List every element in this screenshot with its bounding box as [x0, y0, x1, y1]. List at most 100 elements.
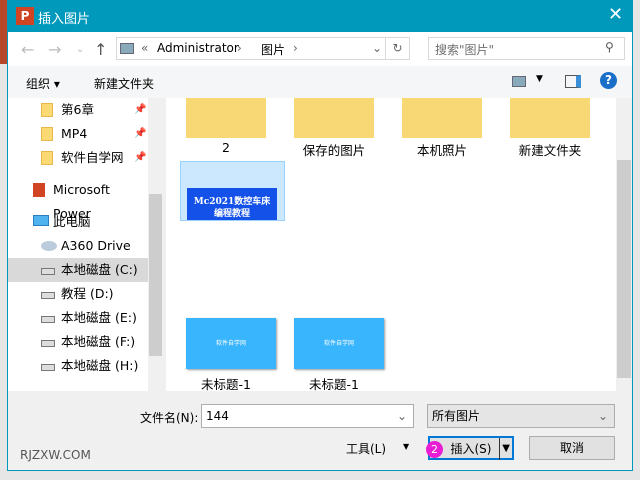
file-label: 未标题-1: [201, 377, 251, 391]
file-type-value: 所有图片: [432, 409, 481, 423]
nav-item-drive-c[interactable]: 本地磁盘 (C:): [8, 258, 148, 282]
address-dropdown-icon[interactable]: ⌄: [372, 41, 382, 55]
file-label: 保存的图片: [302, 143, 366, 158]
nav-item-rjzxw[interactable]: 软件自学网 📌: [8, 146, 148, 170]
nav-item-mp4[interactable]: MP4 📌: [8, 122, 148, 146]
insert-label: 插入(S): [450, 442, 492, 456]
navigation-pane: 第6章 📌 MP4 📌 软件自学网 📌 Microsoft Power 此电脑 A36…: [8, 98, 163, 391]
search-icon: ⚲: [605, 40, 614, 54]
nav-item-drive-d[interactable]: 教程 (D:): [8, 282, 148, 306]
refresh-icon[interactable]: ↻: [385, 38, 409, 59]
folder-2[interactable]: 2: [176, 98, 276, 158]
drive-icon: [41, 316, 55, 323]
cancel-button[interactable]: 取消: [529, 436, 615, 460]
filename-label: 文件名(N):: [140, 411, 199, 425]
nav-label: A360 Drive: [61, 238, 131, 253]
computer-icon: [33, 215, 49, 226]
up-button[interactable]: ↑: [94, 40, 107, 59]
cloud-drive-icon: [41, 241, 57, 251]
file-label: 未标题-1: [309, 377, 359, 391]
filename-value: 144: [206, 409, 229, 423]
recent-dropdown[interactable]: ⌄: [76, 44, 84, 55]
folder-icon: [510, 98, 590, 138]
filename-input[interactable]: 144 ⌄: [201, 404, 414, 428]
pictures-icon: [120, 43, 134, 54]
folder-icon: [41, 151, 53, 165]
scrollbar-thumb[interactable]: [149, 194, 162, 356]
nav-item-a360[interactable]: A360 Drive: [8, 234, 148, 258]
nav-item-chapter6[interactable]: 第6章 📌: [8, 98, 148, 122]
file-type-select[interactable]: 所有图片 ⌄: [427, 404, 615, 428]
drive-icon: [41, 268, 55, 275]
nav-label: 第6章: [61, 102, 94, 117]
address-bar[interactable]: « Administrator › 图片 › ⌄ ↻: [116, 37, 410, 60]
folder-saved-pictures[interactable]: 保存的图片: [284, 98, 384, 158]
file-label: 新建文件夹: [518, 143, 582, 158]
image-thumbnail: 软件自学网: [294, 318, 384, 369]
pin-icon: 📌: [134, 152, 147, 163]
breadcrumb-administrator[interactable]: Administrator: [157, 41, 239, 55]
breadcrumb-sep[interactable]: ›: [293, 41, 298, 55]
organize-button[interactable]: 组织 ▾: [26, 75, 60, 92]
tools-button[interactable]: 工具(L): [346, 440, 386, 457]
preview-pane-icon[interactable]: [565, 75, 581, 88]
chevron-down-icon[interactable]: ⌄: [397, 405, 407, 427]
image-thumbnail: 软件自学网: [186, 318, 276, 369]
insert-dropdown-icon[interactable]: ▼: [499, 438, 510, 460]
nav-scrollbar[interactable]: [148, 98, 163, 391]
nav-item-drive-h[interactable]: 本地磁盘 (H:): [8, 354, 148, 378]
insert-picture-dialog: P 插入图片 ✕ ← → ⌄ ↑ « Administrator › 图片 › …: [7, 0, 633, 471]
back-button[interactable]: ←: [21, 40, 34, 59]
overflow-chevron[interactable]: «: [141, 41, 148, 55]
nav-label: MP4: [61, 126, 88, 141]
nav-label: 本地磁盘 (E:): [61, 310, 137, 325]
nav-label: 本地磁盘 (C:): [61, 262, 138, 277]
folder-icon: [186, 98, 266, 138]
new-folder-button[interactable]: 新建文件夹: [94, 75, 154, 92]
search-input[interactable]: 搜索"图片" ⚲: [428, 37, 625, 60]
file-list: 2 保存的图片 本机照片 新建文件夹 Mc2021数控车床编程教程 软件自学网未…: [166, 98, 632, 391]
watermark: RJZXW.COM: [20, 448, 91, 462]
view-icon[interactable]: [512, 76, 526, 87]
selected-image-tile[interactable]: Mc2021数控车床编程教程: [180, 161, 285, 221]
nav-item-drive-e[interactable]: 本地磁盘 (E:): [8, 306, 148, 330]
pin-icon: 📌: [134, 128, 147, 139]
folder-camera-roll[interactable]: 本机照片: [392, 98, 492, 158]
tools-dropdown-icon[interactable]: ▼: [403, 442, 409, 451]
drive-icon: [41, 340, 55, 347]
file-label: 2: [222, 140, 230, 155]
toolbar: 组织 ▾ 新建文件夹 ▼ ?: [8, 66, 632, 98]
drive-icon: [41, 364, 55, 371]
nav-item-drive-f[interactable]: 本地磁盘 (F:): [8, 330, 148, 354]
main-scrollbar[interactable]: [616, 98, 632, 391]
step-badge: 2: [426, 441, 443, 458]
folder-new-folder[interactable]: 新建文件夹: [500, 98, 600, 158]
file-label: 本机照片: [416, 143, 467, 158]
nav-label: 教程 (D:): [61, 286, 114, 301]
nav-item-powerpoint[interactable]: Microsoft Power: [8, 178, 148, 221]
image-thumbnail: Mc2021数控车床编程教程: [187, 188, 277, 220]
breadcrumb-sep[interactable]: ›: [237, 41, 242, 55]
help-icon[interactable]: ?: [600, 72, 617, 89]
close-button[interactable]: ✕: [608, 4, 623, 25]
nav-label: 本地磁盘 (H:): [61, 358, 139, 373]
powerpoint-icon: [33, 183, 45, 197]
folder-icon: [41, 127, 53, 141]
view-dropdown-icon[interactable]: ▼: [536, 74, 543, 84]
nav-item-this-pc[interactable]: 此电脑: [8, 210, 148, 234]
nav-label: 软件自学网: [61, 150, 124, 165]
powerpoint-icon: P: [16, 7, 34, 25]
folder-icon: [402, 98, 482, 138]
forward-button[interactable]: →: [48, 40, 61, 59]
chevron-down-icon[interactable]: ⌄: [598, 405, 608, 427]
address-row: ← → ⌄ ↑ « Administrator › 图片 › ⌄ ↻ 搜索"图片…: [8, 32, 632, 66]
scrollbar-thumb[interactable]: [617, 160, 631, 378]
folder-icon: [41, 103, 53, 117]
breadcrumb-pictures[interactable]: 图片: [261, 41, 285, 58]
search-placeholder: 搜索"图片": [435, 43, 495, 57]
window-title: 插入图片: [38, 12, 91, 27]
drive-icon: [41, 292, 55, 299]
pin-icon: 📌: [134, 104, 147, 115]
folder-icon: [294, 98, 374, 138]
nav-label: 本地磁盘 (F:): [61, 334, 136, 349]
